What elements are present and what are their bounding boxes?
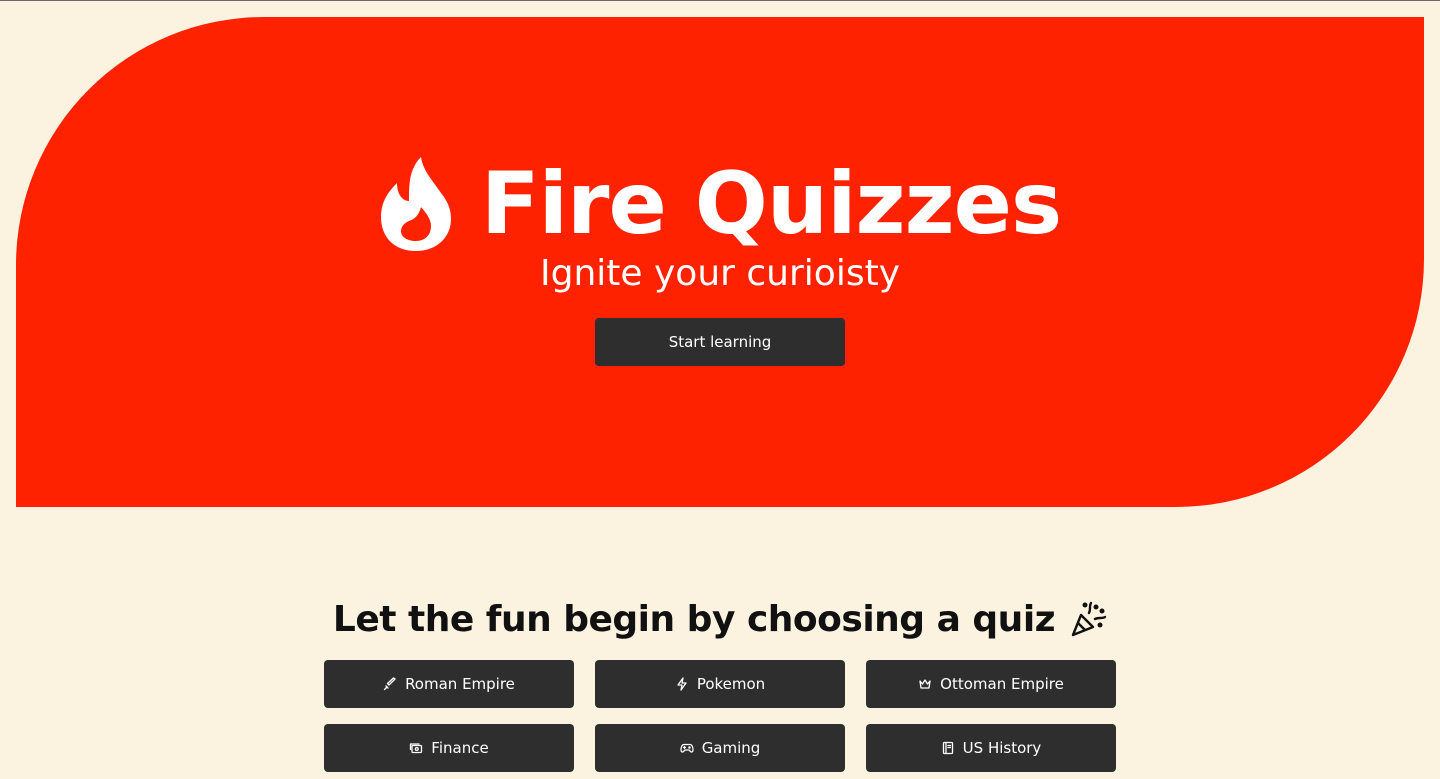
quiz-label: Roman Empire bbox=[405, 675, 515, 693]
quiz-button-ottoman-empire[interactable]: Ottoman Empire bbox=[866, 660, 1116, 708]
quiz-button-roman-empire[interactable]: Roman Empire bbox=[324, 660, 574, 708]
quiz-button-pokemon[interactable]: Pokemon bbox=[595, 660, 845, 708]
crown-icon bbox=[919, 679, 931, 689]
hero-title-row: Fire Quizzes bbox=[16, 155, 1424, 253]
hero-title: Fire Quizzes bbox=[480, 154, 1062, 254]
quiz-button-us-history[interactable]: US History bbox=[866, 724, 1116, 772]
hero-banner: Fire Quizzes Ignite your curioisty Start… bbox=[16, 17, 1424, 507]
quiz-label: Pokemon bbox=[696, 675, 766, 693]
quiz-label: US History bbox=[962, 739, 1042, 757]
quiz-button-gaming[interactable]: Gaming bbox=[595, 724, 845, 772]
lightning-icon bbox=[677, 677, 687, 691]
quiz-grid: Roman Empire Pokemon Ottoman Empire Fina… bbox=[324, 660, 1116, 772]
quiz-label: Finance bbox=[431, 739, 489, 757]
quiz-label: Ottoman Empire bbox=[940, 675, 1064, 693]
quiz-section-title: Let the fun begin by choosing a quiz bbox=[332, 599, 1056, 640]
hero-subtitle: Ignite your curioisty bbox=[540, 253, 900, 294]
quiz-label: Gaming bbox=[701, 739, 761, 757]
start-learning-button[interactable]: Start learning bbox=[595, 318, 845, 366]
book-icon bbox=[942, 741, 953, 755]
sword-icon bbox=[383, 677, 396, 691]
quiz-button-finance[interactable]: Finance bbox=[324, 724, 574, 772]
quiz-section-header: Let the fun begin by choosing a quiz bbox=[0, 599, 1440, 640]
gamepad-icon bbox=[680, 743, 694, 753]
start-learning-label: Start learning bbox=[668, 333, 772, 351]
cash-icon bbox=[410, 743, 423, 754]
party-popper-icon bbox=[1071, 601, 1107, 636]
flame-icon bbox=[380, 157, 451, 251]
